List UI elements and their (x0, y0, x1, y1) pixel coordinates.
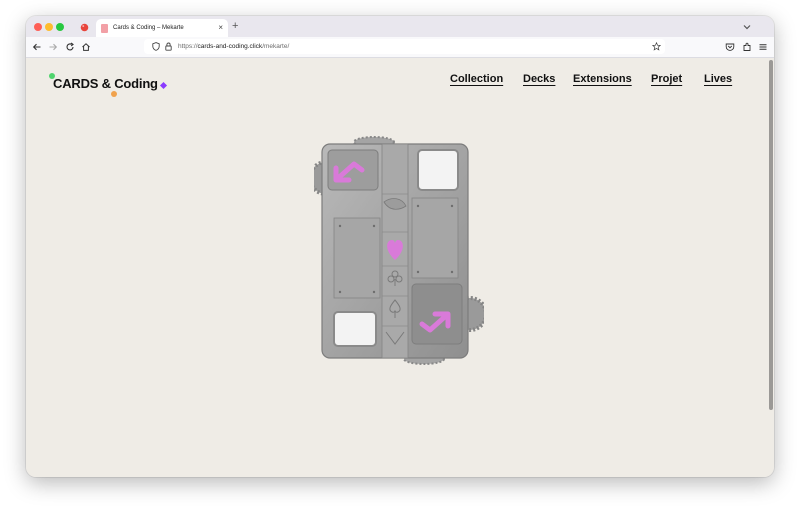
reload-button[interactable] (63, 40, 77, 54)
home-button[interactable] (79, 40, 93, 54)
chevron-down-icon (743, 25, 751, 30)
page-scrollbar[interactable] (769, 60, 773, 410)
pinned-tab-favicon-icon (80, 23, 88, 31)
home-icon (82, 43, 90, 51)
mekarte-3d-model[interactable] (314, 136, 484, 366)
left-panel (333, 217, 381, 299)
pocket-icon (725, 43, 735, 51)
close-window-button[interactable] (34, 23, 42, 31)
logo-green-dot (49, 73, 55, 79)
url-path: /mekarte/ (262, 43, 290, 50)
back-button[interactable] (30, 40, 44, 54)
bookmark-star-button[interactable] (651, 41, 662, 57)
active-tab[interactable]: Cards & Coding – Mekarte × (96, 19, 228, 37)
hamburger-menu-icon (759, 44, 767, 50)
bottom-left-window (333, 311, 377, 347)
pinned-tab[interactable] (78, 21, 90, 33)
back-arrow-icon (32, 43, 41, 51)
nav-extensions[interactable]: Extensions (573, 73, 632, 85)
star-icon (651, 41, 662, 51)
tracking-protection-icon[interactable] (152, 42, 160, 57)
forward-button[interactable] (46, 40, 60, 54)
reload-icon (66, 42, 74, 51)
new-tab-button[interactable]: + (232, 19, 238, 33)
tab-bar: Cards & Coding – Mekarte × + (26, 16, 774, 37)
minimize-window-button[interactable] (45, 23, 53, 31)
site-logo[interactable]: CARDS & Coding (49, 73, 168, 97)
browser-window: Cards & Coding – Mekarte × + https://car… (26, 16, 774, 477)
extensions-button[interactable] (740, 40, 754, 54)
navigation-toolbar: https://cards-and-coding.click/mekarte/ (26, 37, 774, 58)
tab-favicon-icon (101, 23, 108, 33)
page-content: CARDS & Coding Collection Decks Extensio… (26, 58, 774, 477)
nav-collection[interactable]: Collection (450, 73, 503, 85)
app-menu-button[interactable] (756, 40, 770, 54)
logo-orange-dot (111, 91, 117, 97)
zoom-window-button[interactable] (56, 23, 64, 31)
address-bar[interactable]: https://cards-and-coding.click/mekarte/ (144, 39, 665, 54)
tab-title: Cards & Coding – Mekarte (113, 25, 184, 31)
nav-lives[interactable]: Lives (704, 73, 732, 85)
logo-diamond-icon (159, 81, 168, 90)
pocket-button[interactable] (723, 40, 737, 54)
tab-close-icon[interactable]: × (218, 22, 223, 34)
url-scheme: https:// (178, 43, 198, 50)
url-host: cards-and-coding.click (197, 43, 263, 50)
top-right-window (417, 149, 459, 191)
forward-arrow-icon (49, 43, 58, 51)
nav-decks[interactable]: Decks (523, 73, 555, 85)
lock-icon[interactable] (165, 42, 172, 57)
url-text: https://cards-and-coding.click/mekarte/ (178, 39, 289, 54)
right-panel (411, 197, 459, 279)
extensions-icon (743, 42, 751, 51)
logo-text: CARDS & Coding (53, 76, 158, 91)
list-all-tabs-button[interactable] (742, 20, 752, 32)
nav-projet[interactable]: Projet (651, 73, 682, 85)
